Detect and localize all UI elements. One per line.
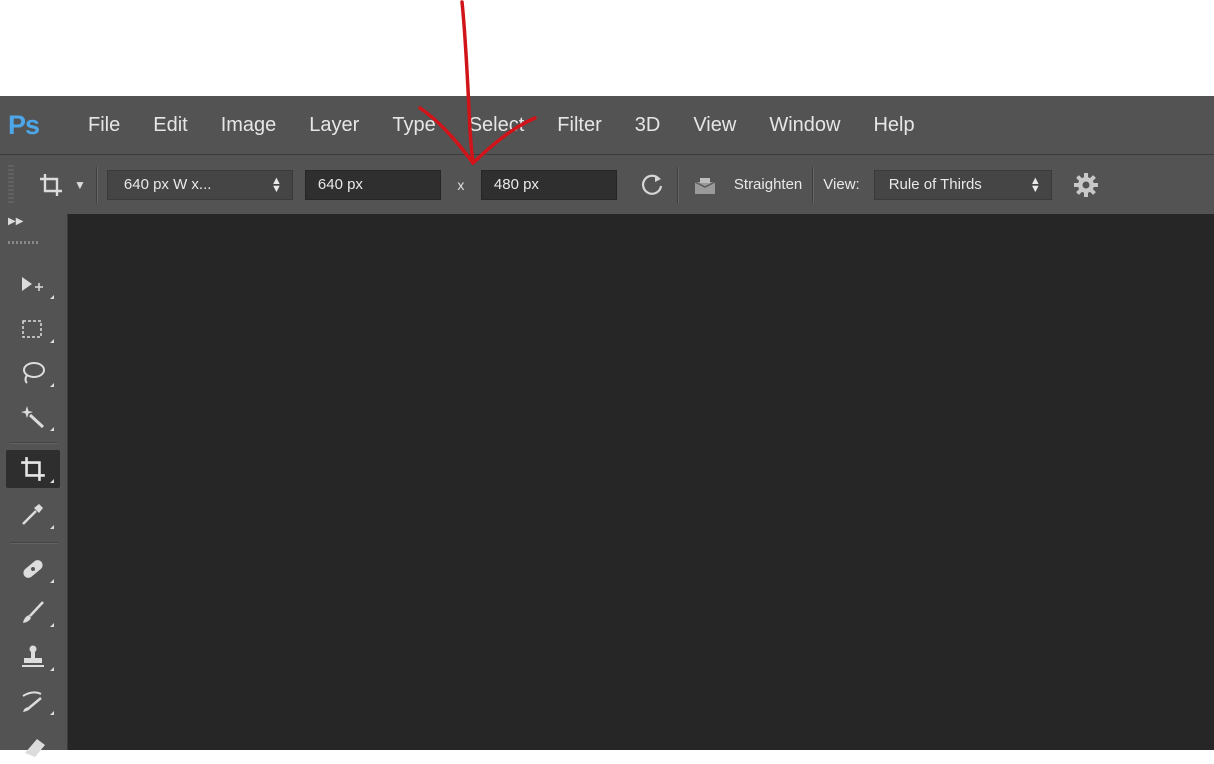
brush-icon [23,601,44,623]
up-down-arrows-icon: ▲ ▼ [1029,174,1041,195]
history-brush-tool[interactable] [6,682,60,720]
crop-preset-value: 640 px W x... [123,176,212,193]
tools-panel-grip[interactable] [8,241,40,244]
crop-icon [40,173,62,196]
gear-icon[interactable] [1072,171,1100,199]
flyout-indicator [50,667,54,671]
stamp-icon [22,645,44,667]
healing-brush-tool[interactable] [6,550,60,588]
crop-icon [21,457,45,481]
move-tool[interactable] [6,266,60,304]
crop-width-field[interactable]: 640 px [304,169,441,200]
menu-type[interactable]: Type [392,112,435,139]
divider [10,542,58,543]
brush-tool[interactable] [6,594,60,632]
tools-panel: ▶▶ [0,214,68,757]
divider [676,166,678,203]
flyout-indicator [50,479,54,483]
eyedropper-tool[interactable] [6,496,60,534]
magic-wand-icon [21,406,45,429]
menu-file[interactable]: File [88,112,120,139]
menu-image[interactable]: Image [221,112,277,139]
flyout-indicator [50,623,54,627]
options-bar: ▼ 640 px W x... ▲ ▼ 640 px x 480 px Strai… [0,154,1214,214]
crop-tool-preset-icon[interactable] [34,168,68,202]
view-overlay-dropdown[interactable]: Rule of Thirds ▲ ▼ [873,169,1052,200]
up-down-arrows-icon: ▲ ▼ [271,174,282,195]
eraser-icon [25,739,45,757]
menu-edit[interactable]: Edit [153,112,187,139]
menu-3d[interactable]: 3D [635,112,661,139]
view-label: View: [823,176,860,193]
menu-select[interactable]: Select [469,112,525,139]
lasso-icon [23,362,45,384]
crop-height-field[interactable]: 480 px [480,169,617,200]
bandage-icon [23,560,43,578]
menu-bar: Ps File Edit Image Layer Type Select Fil… [0,96,1214,154]
flyout-indicator [50,427,54,431]
menu-window[interactable]: Window [769,112,840,139]
flyout-indicator [50,579,54,583]
rectangular-marquee-icon [22,320,42,338]
chevron-down-icon[interactable]: ▼ [74,178,86,192]
move-icon [22,277,43,291]
crop-preset-dropdown[interactable]: 640 px W x... ▲ ▼ [106,169,293,200]
menu-filter[interactable]: Filter [557,112,601,139]
flyout-indicator [50,383,54,387]
flyout-indicator [50,525,54,529]
divider [812,166,814,203]
menu-items: File Edit Image Layer Type Select Filter… [88,112,948,139]
magic-wand-tool[interactable] [6,398,60,436]
flyout-indicator [50,295,54,299]
menu-view[interactable]: View [693,112,736,139]
flyout-indicator [50,339,54,343]
eraser-tool[interactable] [6,726,60,764]
flyout-indicator [50,711,54,715]
divider [10,442,58,443]
straighten-icon[interactable] [690,170,720,200]
menu-layer[interactable]: Layer [309,112,359,139]
history-brush-icon [22,691,42,712]
options-bar-grip[interactable] [8,164,14,205]
level-icon [694,177,716,194]
crop-tool[interactable] [6,450,60,488]
document-canvas-area[interactable] [68,214,1214,750]
divider [95,166,97,203]
expand-panel-icon[interactable]: ▶▶ [8,216,23,227]
menu-help[interactable]: Help [873,112,914,139]
photoshop-logo: Ps [8,109,40,140]
clone-stamp-tool[interactable] [6,638,60,676]
view-overlay-value: Rule of Thirds [888,176,982,193]
lasso-tool[interactable] [6,354,60,392]
swap-width-height-icon[interactable] [637,170,667,200]
rotate-icon [641,174,662,195]
eyedropper-icon [22,504,43,525]
marquee-tool[interactable] [6,310,60,348]
straighten-label[interactable]: Straighten [734,176,802,193]
times-label: x [457,176,465,193]
